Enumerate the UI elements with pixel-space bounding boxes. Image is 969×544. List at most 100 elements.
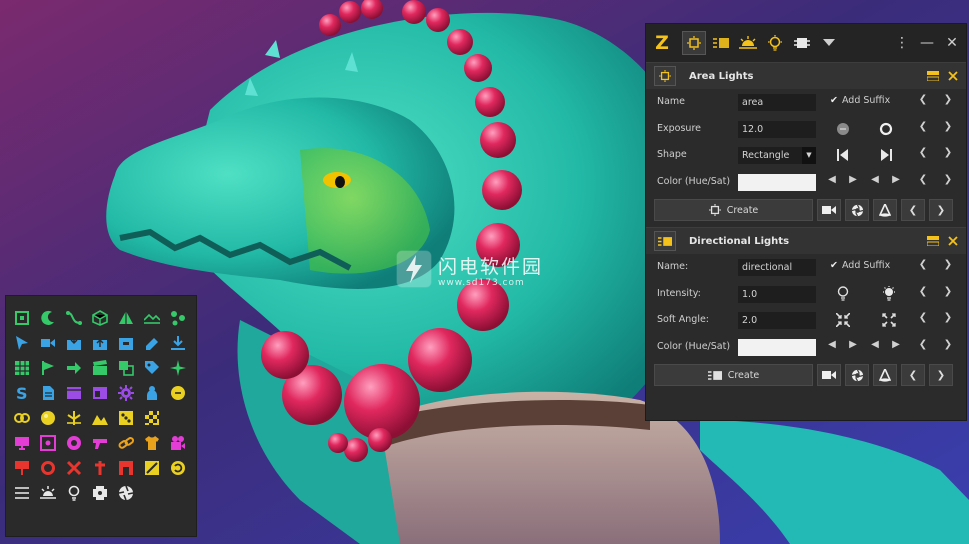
panel-icon[interactable] (92, 385, 108, 401)
camera-icon[interactable] (817, 364, 841, 386)
close-section-icon[interactable] (948, 71, 958, 81)
directional-add-suffix-checkbox[interactable]: ✔ Add Suffix (830, 260, 890, 271)
chat-bubble-icon[interactable] (170, 385, 186, 401)
link-icon[interactable] (14, 410, 30, 426)
chart-slope-icon[interactable] (144, 460, 160, 476)
crosshair-icon[interactable] (40, 435, 56, 451)
download-icon[interactable] (170, 335, 186, 351)
close-icon[interactable]: ✕ (944, 35, 960, 51)
gate-icon[interactable] (118, 460, 134, 476)
shirt-icon[interactable] (144, 435, 160, 451)
cog-icon[interactable] (118, 385, 134, 401)
stack-icon[interactable] (118, 360, 134, 376)
pin-icon[interactable] (14, 460, 30, 476)
collapse-section-icon[interactable] (927, 236, 939, 246)
sun-light-icon[interactable] (737, 32, 759, 54)
aperture-icon[interactable] (845, 199, 869, 221)
next-arrow-icon[interactable]: ❯ (941, 286, 955, 297)
exposure-decrease-icon[interactable] (834, 120, 852, 138)
next-arrow-icon[interactable]: ❯ (941, 94, 955, 105)
checker-icon[interactable] (144, 410, 160, 426)
directional-lights-header[interactable]: Directional Lights (646, 227, 966, 254)
area-name-input[interactable] (738, 94, 816, 111)
sun-horizon-icon[interactable] (40, 485, 56, 501)
soft-angle-input[interactable] (738, 312, 816, 329)
camera-icon[interactable] (817, 199, 841, 221)
skip-last-icon[interactable] (877, 146, 895, 164)
directional-color-swatch[interactable] (738, 338, 816, 356)
shrink-icon[interactable] (834, 311, 852, 329)
prev-arrow-icon[interactable]: ❮ (901, 199, 925, 221)
x-mark-icon[interactable] (66, 460, 82, 476)
panel-titlebar[interactable]: Z ⋮ — ✕ (646, 24, 966, 62)
movie-camera-icon[interactable] (170, 435, 186, 451)
close-section-icon[interactable] (948, 236, 958, 246)
arrow-right-icon[interactable] (66, 360, 82, 376)
shape-select[interactable]: Rectangle ▼ (738, 147, 816, 164)
sat-prev-icon[interactable]: ◀ (868, 174, 882, 185)
mountains-icon[interactable] (92, 410, 108, 426)
skip-first-icon[interactable] (834, 146, 852, 164)
pistol-icon[interactable] (92, 435, 108, 451)
next-arrow-icon[interactable]: ❯ (941, 312, 955, 323)
pyramid-icon[interactable] (118, 310, 134, 326)
target-icon[interactable] (66, 435, 82, 451)
video-camera-icon[interactable] (40, 335, 56, 351)
cone-icon[interactable] (873, 364, 897, 386)
bulb-dim-icon[interactable] (834, 285, 852, 303)
area-light-icon[interactable] (682, 31, 706, 55)
dice-icon[interactable] (118, 410, 134, 426)
point-light-icon[interactable] (764, 32, 786, 54)
next-arrow-icon[interactable]: ❯ (941, 121, 955, 132)
window-icon[interactable] (66, 385, 82, 401)
prev-arrow-icon[interactable]: ❮ (916, 174, 930, 185)
sat-prev-icon[interactable]: ◀ (868, 339, 882, 350)
chain-icon[interactable] (118, 435, 134, 451)
sphere-icon[interactable] (40, 410, 56, 426)
area-color-swatch[interactable] (738, 173, 816, 191)
exposure-input[interactable] (738, 120, 816, 138)
cone-icon[interactable] (873, 199, 897, 221)
render-icon[interactable] (791, 32, 813, 54)
next-arrow-icon[interactable]: ❯ (929, 364, 953, 386)
export-box-icon[interactable] (92, 335, 108, 351)
hue-prev-icon[interactable]: ◀ (825, 339, 839, 350)
prev-arrow-icon[interactable]: ❮ (916, 94, 930, 105)
prev-arrow-icon[interactable]: ❮ (901, 364, 925, 386)
directional-name-input[interactable] (738, 259, 816, 276)
refresh-circle-icon[interactable] (170, 460, 186, 476)
next-arrow-icon[interactable]: ❯ (941, 147, 955, 158)
aperture-small-icon[interactable] (118, 485, 134, 501)
grid-table-icon[interactable] (14, 360, 30, 376)
intensity-input[interactable] (738, 285, 816, 303)
next-arrow-icon[interactable]: ❯ (941, 259, 955, 270)
prev-arrow-icon[interactable]: ❮ (916, 121, 930, 132)
next-arrow-icon[interactable]: ❯ (929, 199, 953, 221)
area-lights-header[interactable]: Area Lights (646, 62, 966, 89)
document-icon[interactable] (40, 385, 56, 401)
spot-light-icon[interactable] (710, 32, 732, 54)
bulb-bright-icon[interactable] (880, 285, 898, 303)
hue-next-icon[interactable]: ▶ (846, 339, 860, 350)
ring-icon[interactable] (40, 460, 56, 476)
box-icon[interactable] (92, 310, 108, 326)
tag-icon[interactable] (144, 360, 160, 376)
light-spread-icon[interactable] (66, 410, 82, 426)
exposure-increase-icon[interactable] (877, 120, 895, 138)
dropdown-arrow-icon[interactable] (818, 32, 840, 54)
hue-next-icon[interactable]: ▶ (846, 174, 860, 185)
eraser-icon[interactable] (144, 335, 160, 351)
clapper-icon[interactable] (92, 360, 108, 376)
molecule-icon[interactable] (170, 310, 186, 326)
character-icon[interactable] (144, 385, 160, 401)
prev-arrow-icon[interactable]: ❮ (916, 259, 930, 270)
prev-arrow-icon[interactable]: ❮ (916, 286, 930, 297)
prev-arrow-icon[interactable]: ❮ (916, 147, 930, 158)
hue-prev-icon[interactable]: ◀ (825, 174, 839, 185)
path-curve-icon[interactable] (66, 310, 82, 326)
landscape-icon[interactable] (144, 310, 160, 326)
sat-next-icon[interactable]: ▶ (889, 174, 903, 185)
area-add-suffix-checkbox[interactable]: ✔ Add Suffix (830, 95, 890, 106)
next-arrow-icon[interactable]: ❯ (941, 174, 955, 185)
aperture-icon[interactable] (845, 364, 869, 386)
